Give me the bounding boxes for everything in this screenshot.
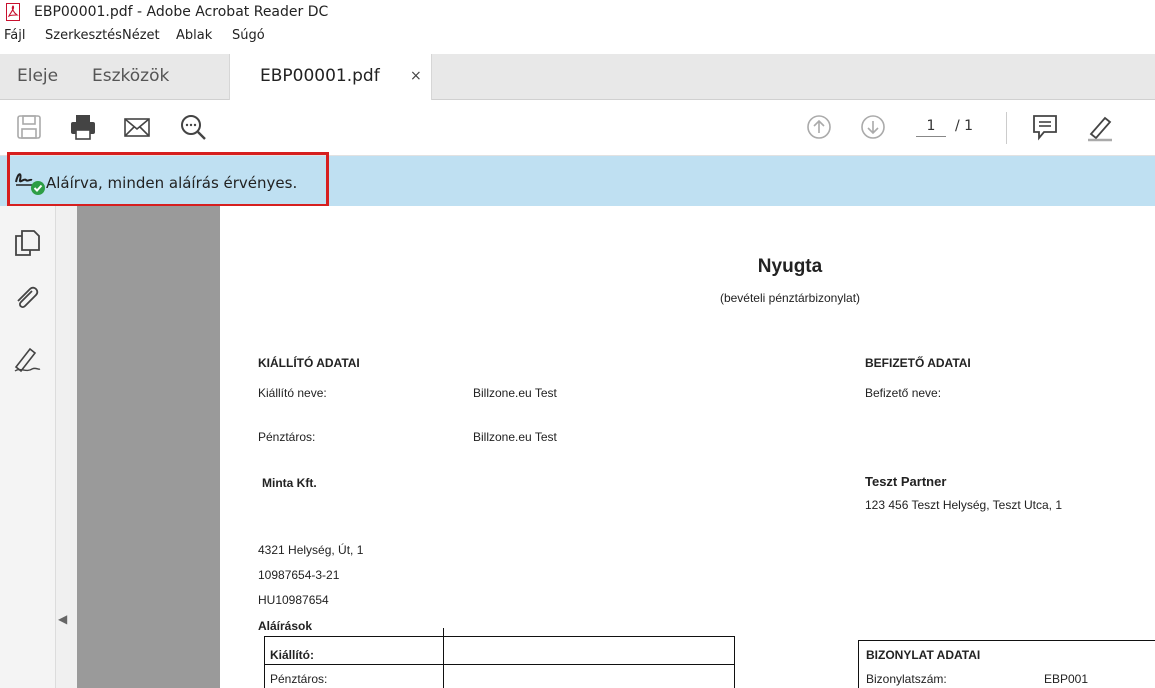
menu-edit[interactable]: Szerkesztés xyxy=(45,28,122,43)
tab-document[interactable]: EBP00001.pdf × xyxy=(229,54,432,100)
signatures-heading: Aláírások xyxy=(258,619,313,633)
payer-name-label: Befizető neve: xyxy=(865,386,942,400)
save-icon[interactable] xyxy=(14,112,44,142)
navigation-panel xyxy=(0,206,56,688)
page-up-icon[interactable] xyxy=(804,112,834,142)
toolbar-divider xyxy=(1006,112,1007,144)
signature-row-cashier: Pénztáros: xyxy=(270,672,328,686)
issuer-heading: KIÁLLÍTÓ ADATAI xyxy=(258,356,360,370)
window-title: EBP00001.pdf - Adobe Acrobat Reader DC xyxy=(34,4,329,20)
annotation-highlight-box xyxy=(7,152,329,207)
document-page: Nyugta (bevételi pénztárbizonylat) KIÁLL… xyxy=(220,206,1155,688)
issuer-address: 4321 Helység, Út, 1 xyxy=(258,543,364,557)
acrobat-pdf-icon xyxy=(6,3,20,21)
menu-help[interactable]: Súgó xyxy=(232,28,265,43)
table-border xyxy=(858,640,859,688)
toolbar: 1 / 1 xyxy=(0,100,1155,156)
print-icon[interactable] xyxy=(68,112,98,142)
payer-partner: Teszt Partner xyxy=(865,474,947,489)
issuer-eu-tax-number: HU10987654 xyxy=(258,593,329,607)
menu-view[interactable]: Nézet xyxy=(122,28,160,43)
collapse-panel-arrow[interactable]: ◀ xyxy=(58,612,67,626)
menu-window[interactable]: Ablak xyxy=(176,28,212,43)
menu-file[interactable]: Fájl xyxy=(4,28,25,43)
tab-tools[interactable]: Eszközök xyxy=(92,54,169,100)
page-down-icon[interactable] xyxy=(858,112,888,142)
table-border xyxy=(264,664,735,665)
table-border xyxy=(443,628,444,688)
title-bar: EBP00001.pdf - Adobe Acrobat Reader DC xyxy=(0,0,1155,26)
email-icon[interactable] xyxy=(122,112,152,142)
document-canvas xyxy=(77,206,220,688)
issuer-company: Minta Kft. xyxy=(262,476,317,490)
table-border xyxy=(264,636,735,637)
receipt-number-label: Bizonylatszám: xyxy=(866,672,947,686)
table-border xyxy=(264,636,265,688)
payer-heading: BEFIZETŐ ADATAI xyxy=(865,356,971,370)
receipt-number-value: EBP001 xyxy=(1044,672,1089,686)
page-number-input[interactable]: 1 xyxy=(916,118,946,137)
table-border xyxy=(734,636,735,688)
issuer-name-value: Billzone.eu Test xyxy=(473,386,557,400)
tab-bar: Eleje Eszközök EBP00001.pdf × xyxy=(0,54,1155,100)
payer-address: 123 456 Teszt Helység, Teszt Utca, 1 xyxy=(865,498,1062,512)
tab-close-button[interactable]: × xyxy=(410,54,422,98)
signatures-icon[interactable] xyxy=(12,343,42,373)
doc-title: Nyugta xyxy=(757,256,823,277)
tab-home[interactable]: Eleje xyxy=(17,54,58,100)
signature-row-issuer: Kiállító: xyxy=(270,648,314,662)
attachments-icon[interactable] xyxy=(12,284,42,314)
issuer-name-label: Kiállító neve: xyxy=(258,386,327,400)
menu-bar: Fájl Szerkesztés Nézet Ablak Súgó xyxy=(0,28,1155,50)
cashier-label: Pénztáros: xyxy=(258,430,316,444)
cashier-value: Billzone.eu Test xyxy=(473,430,557,444)
page-total: / 1 xyxy=(955,118,974,134)
receipt-heading: BIZONYLAT ADATAI xyxy=(866,648,981,662)
table-border xyxy=(858,640,1155,641)
issuer-tax-number: 10987654-3-21 xyxy=(258,568,340,582)
tab-document-label: EBP00001.pdf xyxy=(260,66,380,86)
highlight-pen-icon[interactable] xyxy=(1085,112,1115,142)
pages-icon[interactable] xyxy=(12,228,42,258)
doc-subtitle: (bevételi pénztárbizonylat) xyxy=(719,291,861,305)
find-icon[interactable] xyxy=(178,112,208,142)
comment-icon[interactable] xyxy=(1030,112,1060,142)
